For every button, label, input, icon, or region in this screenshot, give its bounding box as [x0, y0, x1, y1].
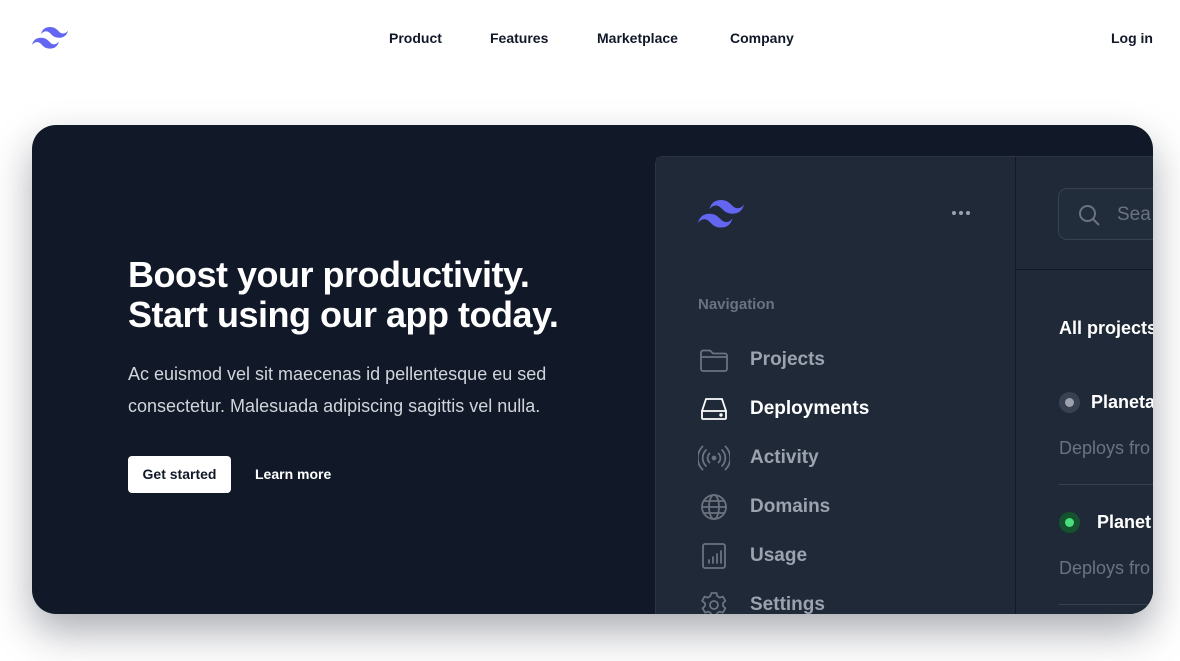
- folder-icon: [698, 344, 730, 376]
- search-input[interactable]: [1117, 204, 1153, 226]
- status-dot-icon: [1059, 512, 1080, 533]
- nav-link-company[interactable]: Company: [730, 30, 794, 47]
- project-divider: [1059, 484, 1153, 485]
- project-name: Planet: [1097, 512, 1152, 532]
- hero-description: Ac euismod vel sit maecenas id pellentes…: [128, 364, 547, 416]
- sidebar-item-activity[interactable]: Activity: [696, 442, 978, 474]
- hero-title-line-1: Boost your productivity.: [128, 254, 530, 295]
- login-link[interactable]: Log in: [1111, 30, 1153, 47]
- project-name: Planeta: [1091, 392, 1153, 412]
- app-sidebar: Navigation Projects Deployments Activity…: [656, 157, 1016, 614]
- nav-link-product[interactable]: Product: [389, 30, 442, 47]
- project-item[interactable]: Planeta Deploys fro: [1016, 383, 1153, 503]
- app-preview: Navigation Projects Deployments Activity…: [655, 156, 1153, 614]
- chart-bar-icon: [698, 540, 730, 572]
- project-divider: [1059, 604, 1153, 605]
- sidebar-item-settings[interactable]: Settings: [698, 589, 978, 614]
- search-icon: [1077, 203, 1101, 227]
- gear-icon: [698, 589, 730, 614]
- signal-icon: [696, 442, 732, 474]
- hero-title-line-2: Start using our app today.: [128, 294, 559, 335]
- sidebar-nav-heading: Navigation: [698, 296, 775, 313]
- learn-more-link[interactable]: Learn more: [255, 466, 331, 483]
- sidebar-item-domains[interactable]: Domains: [698, 491, 978, 523]
- get-started-button[interactable]: Get started: [128, 456, 231, 493]
- nav-link-features[interactable]: Features: [490, 30, 548, 47]
- site-header: Product Features Marketplace Company Log…: [0, 0, 1180, 76]
- project-item[interactable]: Planet Deploys fro: [1016, 503, 1153, 614]
- search-box[interactable]: [1058, 188, 1153, 240]
- globe-icon: [698, 491, 730, 523]
- app-topbar: [1016, 157, 1153, 270]
- ellipsis-icon[interactable]: [950, 202, 972, 224]
- sidebar-item-usage[interactable]: Usage: [698, 540, 978, 572]
- nav-link-marketplace[interactable]: Marketplace: [597, 30, 678, 47]
- main-nav: Product Features Marketplace Company: [0, 30, 1180, 50]
- project-subtitle: Deploys fro: [1059, 438, 1151, 458]
- status-dot-icon: [1059, 392, 1080, 413]
- server-icon: [698, 393, 730, 425]
- sidebar-item-label: Deployments: [750, 398, 870, 419]
- sidebar-item-label: Settings: [750, 594, 825, 614]
- projects-heading: All projects: [1059, 318, 1153, 338]
- sidebar-item-label: Activity: [750, 447, 819, 468]
- tailwind-logo-icon: [698, 199, 744, 228]
- app-logo[interactable]: [698, 199, 744, 229]
- hero-section: Boost your productivity. Start using our…: [32, 125, 1153, 614]
- hero-title: Boost your productivity. Start using our…: [128, 255, 628, 335]
- sidebar-item-label: Domains: [750, 496, 831, 517]
- project-subtitle: Deploys fro: [1059, 558, 1151, 578]
- app-main-panel: All projects Planeta Deploys fro Planet …: [1016, 157, 1153, 614]
- sidebar-item-deployments[interactable]: Deployments: [698, 393, 978, 425]
- sidebar-item-label: Projects: [750, 349, 825, 370]
- sidebar-item-projects[interactable]: Projects: [698, 344, 978, 376]
- sidebar-item-label: Usage: [750, 545, 808, 566]
